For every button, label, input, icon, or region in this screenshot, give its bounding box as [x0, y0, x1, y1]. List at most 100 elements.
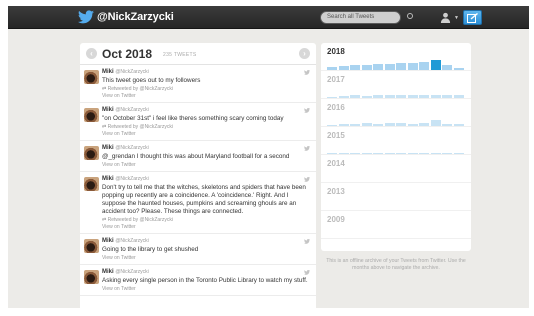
avatar[interactable]: [84, 177, 99, 191]
year-label[interactable]: 2013: [327, 187, 345, 196]
chevron-right-icon[interactable]: ›: [299, 48, 310, 59]
view-on-twitter-link[interactable]: View on Twitter: [102, 286, 312, 292]
month-bar[interactable]: [327, 67, 337, 70]
view-on-twitter-link[interactable]: View on Twitter: [102, 93, 312, 99]
compose-button[interactable]: [463, 10, 482, 25]
month-bar[interactable]: [407, 153, 418, 154]
month-bar[interactable]: [361, 95, 372, 98]
month-bar[interactable]: [419, 62, 429, 70]
month-bar[interactable]: [350, 95, 360, 98]
avatar[interactable]: [84, 239, 99, 253]
author-username[interactable]: @NickZarzycki: [115, 107, 148, 113]
author-name[interactable]: Miki: [102, 238, 114, 244]
author-username[interactable]: @NickZarzycki: [115, 176, 148, 182]
archive-year-2018[interactable]: 2018: [321, 43, 471, 71]
month-bar[interactable]: [396, 152, 406, 154]
twitter-bird-icon[interactable]: [304, 239, 310, 244]
month-bar[interactable]: [407, 63, 418, 70]
month-bar[interactable]: [361, 65, 372, 70]
tweet-item[interactable]: Miki @NickZarzycki Going to the library t…: [80, 234, 316, 265]
retweet-label[interactable]: Retweeted by @NickZarzycki: [108, 124, 173, 130]
person-icon[interactable]: [440, 12, 451, 23]
month-bar[interactable]: [419, 122, 429, 126]
month-bar[interactable]: [384, 64, 395, 70]
chevron-left-icon[interactable]: ‹: [86, 48, 97, 59]
tweet-item[interactable]: Miki @NickZarzycki "on October 31st" i fe…: [80, 103, 316, 141]
month-bar[interactable]: [361, 123, 372, 126]
retweet-label[interactable]: Retweeted by @NickZarzycki: [108, 86, 173, 92]
year-label[interactable]: 2014: [327, 159, 345, 168]
month-bar[interactable]: [453, 95, 464, 98]
author-name[interactable]: Miki: [102, 269, 114, 275]
search-icon[interactable]: [407, 13, 413, 19]
year-label[interactable]: 2009: [327, 215, 345, 224]
month-bar[interactable]: [442, 65, 452, 70]
month-bar[interactable]: [430, 120, 441, 126]
month-bar[interactable]: [327, 153, 337, 154]
tweet-item[interactable]: Miki @NickZarzycki Asking every single pe…: [80, 265, 316, 296]
tweet-item[interactable]: Miki @NickZarzycki This tweet goes out to…: [80, 65, 316, 103]
month-bar[interactable]: [373, 64, 383, 70]
author-name[interactable]: Miki: [102, 176, 114, 182]
author-username[interactable]: @NickZarzycki: [115, 145, 148, 151]
tweet-item[interactable]: Miki @NickZarzycki Don't try to tell me t…: [80, 172, 316, 234]
month-bar[interactable]: [350, 65, 360, 70]
archive-year-2016[interactable]: 2016: [321, 99, 471, 127]
author-username[interactable]: @NickZarzycki: [115, 269, 148, 275]
month-bar[interactable]: [453, 68, 464, 70]
author-username[interactable]: @NickZarzycki: [115, 69, 148, 75]
month-bar[interactable]: [338, 96, 349, 98]
author-name[interactable]: Miki: [102, 107, 114, 113]
twitter-bird-icon[interactable]: [78, 10, 94, 24]
archive-year-2009[interactable]: 2009: [321, 211, 471, 239]
month-bar[interactable]: [327, 97, 337, 98]
avatar[interactable]: [84, 146, 99, 160]
avatar[interactable]: [84, 108, 99, 122]
month-bar[interactable]: [350, 123, 360, 126]
month-bar[interactable]: [327, 124, 337, 126]
month-bar[interactable]: [419, 95, 429, 98]
view-on-twitter-link[interactable]: View on Twitter: [102, 255, 312, 261]
year-label[interactable]: 2016: [327, 103, 345, 112]
twitter-bird-icon[interactable]: [304, 146, 310, 151]
month-bar[interactable]: [338, 153, 349, 154]
month-bar[interactable]: [407, 123, 418, 126]
year-label[interactable]: 2018: [327, 47, 345, 56]
month-bar[interactable]: [373, 153, 383, 154]
view-on-twitter-link[interactable]: View on Twitter: [102, 162, 312, 168]
month-bar[interactable]: [338, 124, 349, 126]
month-bar[interactable]: [396, 94, 406, 98]
month-bar[interactable]: [373, 123, 383, 126]
month-bar[interactable]: [430, 60, 441, 70]
year-label[interactable]: 2015: [327, 131, 345, 140]
archive-year-2013[interactable]: 2013: [321, 183, 471, 211]
month-bar[interactable]: [419, 153, 429, 154]
month-bar[interactable]: [407, 95, 418, 98]
month-bar[interactable]: [396, 63, 406, 70]
month-bar[interactable]: [361, 153, 372, 154]
month-bar[interactable]: [430, 94, 441, 98]
author-username[interactable]: @NickZarzycki: [115, 238, 148, 244]
month-bar[interactable]: [453, 153, 464, 154]
month-bar[interactable]: [350, 152, 360, 154]
twitter-bird-icon[interactable]: [304, 108, 310, 113]
month-bar[interactable]: [384, 152, 395, 154]
retweet-label[interactable]: Retweeted by @NickZarzycki: [108, 217, 173, 223]
month-bar[interactable]: [384, 95, 395, 98]
month-bar[interactable]: [430, 152, 441, 154]
account-handle[interactable]: @NickZarzycki: [97, 11, 174, 23]
view-on-twitter-link[interactable]: View on Twitter: [102, 131, 312, 137]
month-bar[interactable]: [442, 123, 452, 126]
month-bar[interactable]: [384, 123, 395, 126]
chevron-down-icon[interactable]: ▼: [454, 15, 459, 21]
archive-year-2017[interactable]: 2017: [321, 71, 471, 99]
avatar[interactable]: [84, 270, 99, 284]
month-bar[interactable]: [338, 66, 349, 70]
archive-year-2015[interactable]: 2015: [321, 127, 471, 155]
author-name[interactable]: Miki: [102, 145, 114, 151]
archive-year-2014[interactable]: 2014: [321, 155, 471, 183]
year-label[interactable]: 2017: [327, 75, 345, 84]
twitter-bird-icon[interactable]: [304, 270, 310, 275]
month-bar[interactable]: [442, 153, 452, 154]
twitter-bird-icon[interactable]: [304, 70, 310, 75]
